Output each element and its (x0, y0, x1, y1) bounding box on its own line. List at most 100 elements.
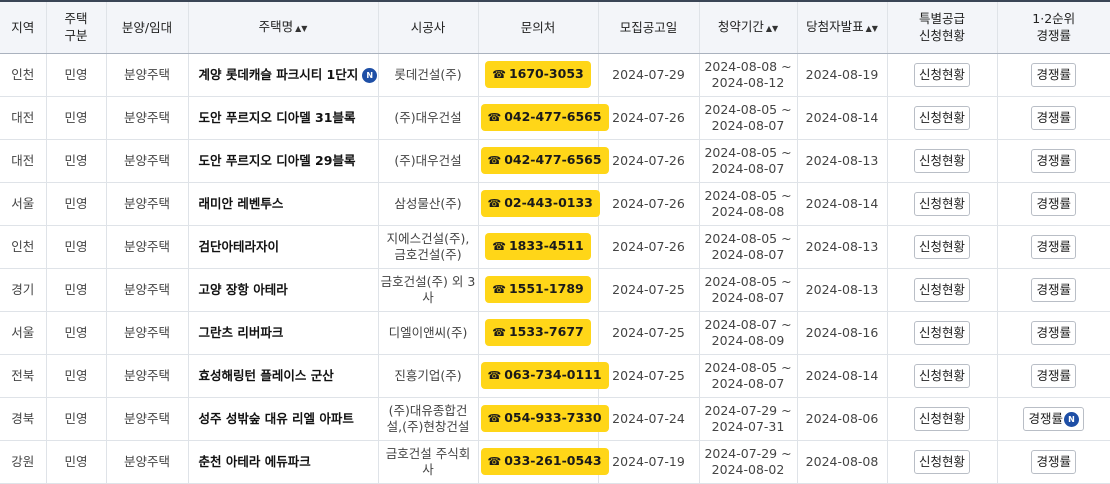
sale-rent-cell: 분양주택 (105, 182, 188, 226)
table-row: 강원 민영 분양주택 춘천 아테라 에듀파크 금호건설 주식회 사 ☎ 033-261-05… (0, 440, 1110, 484)
competition-rate-button[interactable]: 경쟁률 (1031, 105, 1076, 130)
phone-icon: ☎ (487, 455, 502, 468)
phone-button[interactable]: ☎ 1670-3053 (485, 61, 591, 88)
sale-rent-cell: 분양주택 (105, 268, 188, 312)
sort-icon[interactable]: ▲▼ (866, 24, 878, 33)
contact-cell: ☎ 042-477-6565 (477, 139, 609, 183)
table-row: 경기 민영 분양주택 고양 장항 아테라 금호건설(주) 외 3 사 ☎ 1551-1789… (0, 268, 1110, 312)
competition-rate-label: 경쟁률 (1036, 367, 1071, 383)
contact-cell: ☎ 1551-1789 (477, 268, 598, 312)
special-supply-status-button[interactable]: 신청현황 (913, 234, 970, 259)
notice-date-cell: 2024-07-25 (597, 354, 699, 398)
winner-date-cell: 2024-08-14 (796, 354, 887, 398)
competition-rate-label: 경쟁률 (1036, 66, 1071, 82)
house-name-cell[interactable]: 춘천 아테라 에듀파크 (187, 440, 378, 484)
competition-cell: 경쟁률 (996, 96, 1110, 140)
house-name-link[interactable]: 검단아테라자이 (199, 239, 280, 254)
sale-rent-cell: 분양주택 (105, 53, 188, 97)
house-name-cell[interactable]: 고양 장항 아테라 (187, 268, 378, 312)
header-subscription-period[interactable]: 청약기간 ▲▼ (698, 0, 797, 54)
period-start: 2024-08-05 ~ (704, 230, 792, 246)
competition-rate-button[interactable]: 경쟁률 (1031, 449, 1076, 474)
competition-cell: 경쟁률 (996, 225, 1110, 269)
table-row: 서울 민영 분양주택 그란츠 리버파크 디엘이앤씨(주) ☎ 1533-7677 2024-0… (0, 311, 1110, 355)
competition-rate-label: 경쟁률 (1036, 195, 1071, 211)
builder-text: (주)대우건설 (394, 109, 462, 125)
builder-cell: 디엘이앤씨(주) (377, 311, 478, 355)
special-supply-cell: 신청현황 (886, 440, 997, 484)
winner-date-cell: 2024-08-13 (796, 139, 887, 183)
phone-button[interactable]: ☎ 1833-4511 (485, 233, 591, 260)
builder-cell: 금호건설 주식회 사 (377, 440, 478, 484)
region-cell: 서울 (0, 311, 46, 355)
special-supply-status-button[interactable]: 신청현황 (913, 363, 970, 388)
house-name-link[interactable]: 고양 장항 아테라 (199, 282, 288, 297)
sale-rent-cell: 분양주택 (105, 311, 188, 355)
house-name-link[interactable]: 래미안 레벤투스 (199, 196, 284, 211)
period-end: 2024-08-07 (711, 289, 785, 305)
special-supply-status-button[interactable]: 신청현황 (913, 277, 970, 302)
phone-button[interactable]: ☎ 054-933-7330 (480, 405, 609, 432)
competition-rate-button[interactable]: 경쟁률 (1031, 277, 1076, 302)
period-end: 2024-08-08 (711, 203, 785, 219)
competition-rate-button[interactable]: 경쟁률 (1031, 363, 1076, 388)
winner-date-cell: 2024-08-06 (796, 397, 887, 441)
special-supply-cell: 신청현황 (886, 397, 997, 441)
competition-rate-button[interactable]: 경쟁률 (1031, 148, 1076, 173)
special-supply-status-button[interactable]: 신청현황 (913, 320, 970, 345)
house-name-link[interactable]: 성주 성밖숲 대유 리엘 아파트 (199, 411, 354, 426)
special-supply-status-button[interactable]: 신청현황 (913, 191, 970, 216)
special-supply-status-button[interactable]: 신청현황 (913, 105, 970, 130)
table-row: 인천 민영 분양주택 계양 롯데캐슬 파크시티 1단지 N 롯데건설(주) ☎ 1670-30… (0, 53, 1110, 97)
period-start: 2024-08-05 ~ (704, 359, 792, 375)
house-name-cell[interactable]: 그란츠 리버파크 (187, 311, 378, 355)
special-supply-cell: 신청현황 (886, 354, 997, 398)
phone-button[interactable]: ☎ 1551-1789 (485, 276, 591, 303)
house-name-link[interactable]: 춘천 아테라 에듀파크 (199, 454, 311, 469)
house-name-cell[interactable]: 계양 롯데캐슬 파크시티 1단지 N (187, 53, 378, 97)
house-name-cell[interactable]: 래미안 레벤투스 (187, 182, 378, 226)
special-supply-status-button[interactable]: 신청현황 (913, 62, 970, 87)
house-name-cell[interactable]: 성주 성밖숲 대유 리엘 아파트 (187, 397, 378, 441)
special-supply-status-button[interactable]: 신청현황 (913, 449, 970, 474)
table-row: 대전 민영 분양주택 도안 푸르지오 디아델 29블록 (주)대우건설 ☎ 042-477-… (0, 139, 1110, 183)
house-name-link[interactable]: 효성해링턴 플레이스 군산 (199, 368, 334, 383)
builder-text: 금호건설 주식회 사 (385, 445, 471, 477)
phone-button[interactable]: ☎ 042-477-6565 (480, 147, 609, 174)
house-name-cell[interactable]: 도안 푸르지오 디아델 29블록 (187, 139, 378, 183)
house-name-cell[interactable]: 효성해링턴 플레이스 군산 (187, 354, 378, 398)
housing-type-cell: 민영 (45, 397, 106, 441)
phone-button[interactable]: ☎ 033-261-0543 (480, 448, 609, 475)
phone-button[interactable]: ☎ 063-734-0111 (480, 362, 609, 389)
region-cell: 강원 (0, 440, 46, 484)
housing-type-cell: 민영 (45, 182, 106, 226)
header-builder: 시공사 (377, 0, 478, 54)
phone-button[interactable]: ☎ 042-477-6565 (480, 104, 609, 131)
sale-rent-cell: 분양주택 (105, 354, 188, 398)
special-supply-status-button[interactable]: 신청현황 (913, 148, 970, 173)
competition-rate-button[interactable]: 경쟁률 (1031, 234, 1076, 259)
competition-rate-button[interactable]: 경쟁률 (1031, 62, 1076, 87)
sort-icon[interactable]: ▲▼ (766, 24, 778, 33)
house-name-link[interactable]: 그란츠 리버파크 (199, 325, 284, 340)
phone-number: 02-443-0133 (504, 195, 593, 210)
special-supply-status-button[interactable]: 신청현황 (913, 406, 970, 431)
competition-rate-button[interactable]: 경쟁률 (1031, 191, 1076, 216)
phone-button[interactable]: ☎ 1533-7677 (485, 319, 591, 346)
sort-icon[interactable]: ▲▼ (295, 24, 307, 33)
notice-date-cell: 2024-07-25 (597, 268, 699, 312)
header-house-name[interactable]: 주택명 ▲▼ (187, 0, 378, 54)
house-name-link[interactable]: 도안 푸르지오 디아델 29블록 (199, 153, 356, 168)
header-winner-announcement[interactable]: 당첨자발표 ▲▼ (796, 0, 887, 54)
housing-type-cell: 민영 (45, 311, 106, 355)
house-name-cell[interactable]: 검단아테라자이 (187, 225, 378, 269)
house-name-cell[interactable]: 도안 푸르지오 디아델 31블록 (187, 96, 378, 140)
competition-rate-button[interactable]: 경쟁률 N (1023, 406, 1084, 431)
winner-date-cell: 2024-08-13 (796, 268, 887, 312)
phone-button[interactable]: ☎ 02-443-0133 (480, 190, 600, 217)
house-name-link[interactable]: 도안 푸르지오 디아델 31블록 (199, 110, 356, 125)
competition-cell: 경쟁률 (996, 182, 1110, 226)
competition-rate-button[interactable]: 경쟁률 (1031, 320, 1076, 345)
house-name-link[interactable]: 계양 롯데캐슬 파크시티 1단지 (199, 67, 359, 82)
special-supply-cell: 신청현황 (886, 139, 997, 183)
